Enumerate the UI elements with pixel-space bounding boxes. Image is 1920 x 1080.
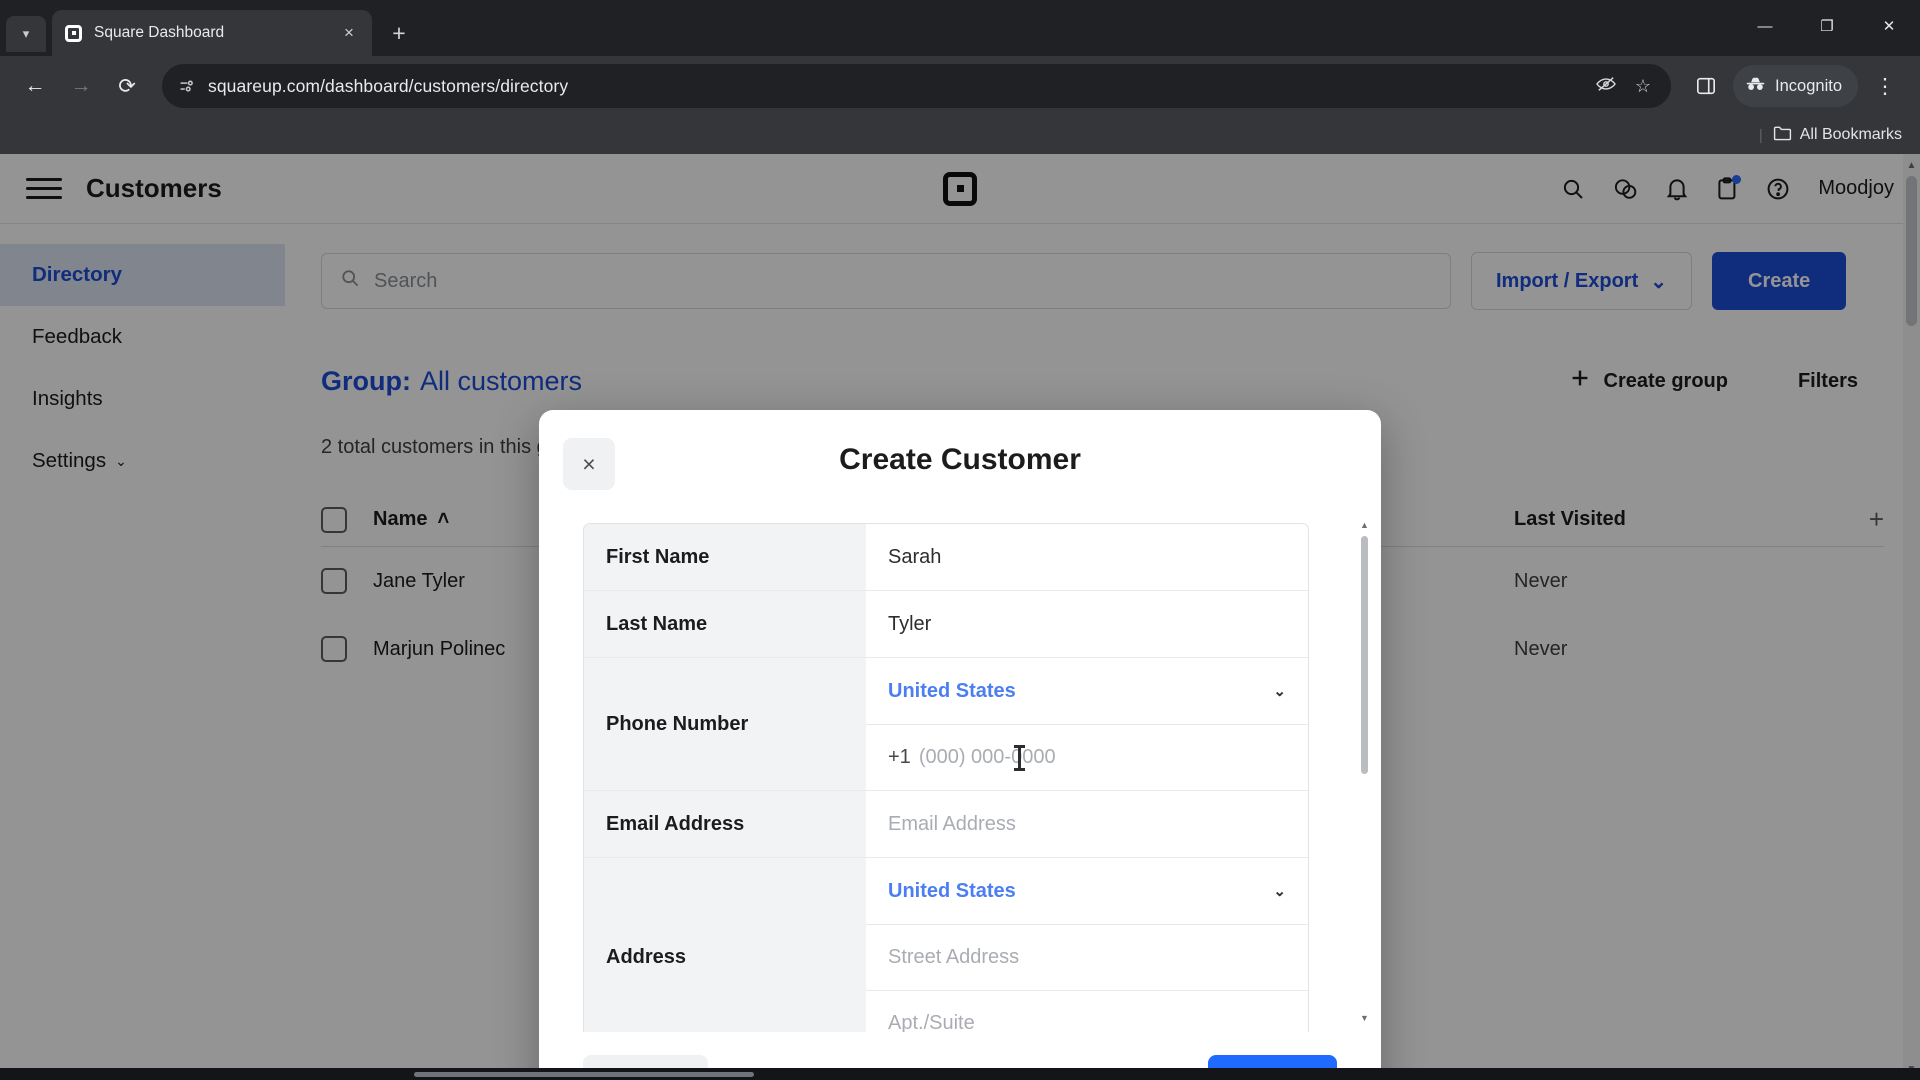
eye-slash-icon[interactable] — [1595, 75, 1617, 98]
form-row-phone-number: Phone Number United States ⌄ +1 (000) 00… — [584, 658, 1308, 791]
browser-toolbar: ← → ⟳ squareup.com/dashboard/customers/d… — [0, 56, 1920, 116]
phone-country-select[interactable]: United States ⌄ — [866, 658, 1308, 724]
phone-number-label: Phone Number — [584, 658, 866, 790]
all-bookmarks-label: All Bookmarks — [1799, 126, 1902, 143]
last-name-label: Last Name — [584, 591, 866, 657]
bookmarks-separator: | — [1758, 126, 1763, 144]
modal-scrollbar[interactable]: ▲ ▼ — [1358, 518, 1371, 1024]
square-logo-icon — [64, 24, 83, 43]
form-row-email-address: Email Address Email Address — [584, 791, 1308, 858]
kebab-menu-icon[interactable]: ⋮ — [1864, 65, 1906, 107]
chevron-down-icon: ▾ — [22, 26, 30, 41]
customer-form: First Name Sarah Last Name Tyler Phone N… — [583, 523, 1309, 1032]
modal-title: Create Customer — [839, 443, 1081, 476]
phone-number-input[interactable]: +1 (000) 000-0000 — [866, 724, 1308, 790]
form-row-first-name: First Name Sarah — [584, 524, 1308, 591]
page-info-icon[interactable] — [178, 78, 195, 95]
back-button[interactable]: ← — [14, 65, 56, 107]
text-cursor-icon — [1014, 744, 1025, 771]
reload-button[interactable]: ⟳ — [106, 65, 148, 107]
close-window-button[interactable]: ✕ — [1858, 0, 1920, 52]
address-label: Address — [584, 858, 866, 1032]
last-name-value: Tyler — [888, 612, 932, 635]
page-viewport: Customers Moodjoy Directory Feedback Ins… — [0, 154, 1920, 1080]
minimize-button[interactable]: — — [1734, 0, 1796, 52]
street-address-input[interactable]: Street Address — [866, 924, 1308, 990]
phone-country-value: United States — [888, 679, 1016, 702]
scroll-up-icon[interactable]: ▲ — [1358, 518, 1371, 531]
modal-body: First Name Sarah Last Name Tyler Phone N… — [539, 510, 1381, 1032]
first-name-field[interactable]: Sarah — [866, 524, 1308, 590]
maximize-button[interactable]: ❐ — [1796, 0, 1858, 52]
form-row-address: Address United States ⌄ Street Address A… — [584, 858, 1308, 1032]
close-icon[interactable]: × — [563, 438, 615, 490]
apt-suite-input[interactable]: Apt./Suite — [866, 990, 1308, 1032]
tab-strip: ▾ Square Dashboard × + — ❐ ✕ — [0, 0, 1920, 56]
email-address-input[interactable]: Email Address — [866, 791, 1308, 857]
first-name-label: First Name — [584, 524, 866, 590]
phone-prefix: +1 — [888, 746, 911, 768]
tab-search-button[interactable]: ▾ — [6, 16, 46, 52]
street-address-placeholder: Street Address — [888, 946, 1020, 968]
email-placeholder: Email Address — [888, 812, 1016, 835]
incognito-indicator[interactable]: Incognito — [1733, 65, 1858, 107]
last-name-field[interactable]: Tyler — [866, 591, 1308, 657]
address-country-value: United States — [888, 879, 1016, 902]
toolbar-actions: Incognito ⋮ — [1685, 65, 1906, 107]
tab-close-icon[interactable]: × — [338, 23, 360, 43]
new-tab-button[interactable]: + — [382, 16, 416, 50]
browser-tab[interactable]: Square Dashboard × — [52, 10, 372, 56]
all-bookmarks-button[interactable]: All Bookmarks — [1773, 125, 1902, 146]
create-customer-modal: × Create Customer First Name Sarah Last … — [539, 410, 1381, 1080]
incognito-hat-icon — [1745, 76, 1766, 97]
forward-button[interactable]: → — [60, 65, 102, 107]
form-row-last-name: Last Name Tyler — [584, 591, 1308, 658]
modal-scrollbar-thumb[interactable] — [1361, 536, 1368, 774]
phone-placeholder: (000) 000-0000 — [918, 746, 1056, 768]
address-bar[interactable]: squareup.com/dashboard/customers/directo… — [162, 64, 1672, 108]
apt-suite-placeholder: Apt./Suite — [888, 1012, 975, 1032]
taskbar-strip — [0, 1068, 1920, 1080]
chevron-down-icon: ⌄ — [1273, 883, 1286, 900]
tab-title: Square Dashboard — [94, 24, 225, 41]
url-text: squareup.com/dashboard/customers/directo… — [208, 75, 569, 96]
bookmarks-bar: | All Bookmarks — [0, 116, 1920, 154]
side-panel-icon[interactable] — [1685, 65, 1727, 107]
incognito-label: Incognito — [1775, 76, 1842, 95]
browser-window: ▾ Square Dashboard × + — ❐ ✕ ← → ⟳ squar… — [0, 0, 1920, 1080]
chevron-down-icon: ⌄ — [1273, 683, 1286, 700]
star-icon[interactable]: ☆ — [1635, 76, 1651, 97]
folder-icon — [1773, 125, 1792, 146]
email-address-label: Email Address — [584, 791, 866, 857]
scroll-down-icon[interactable]: ▼ — [1358, 1011, 1371, 1024]
first-name-value: Sarah — [888, 545, 942, 568]
address-country-select[interactable]: United States ⌄ — [866, 858, 1308, 924]
window-controls: — ❐ ✕ — [1734, 0, 1920, 52]
modal-header: × Create Customer — [539, 410, 1381, 510]
